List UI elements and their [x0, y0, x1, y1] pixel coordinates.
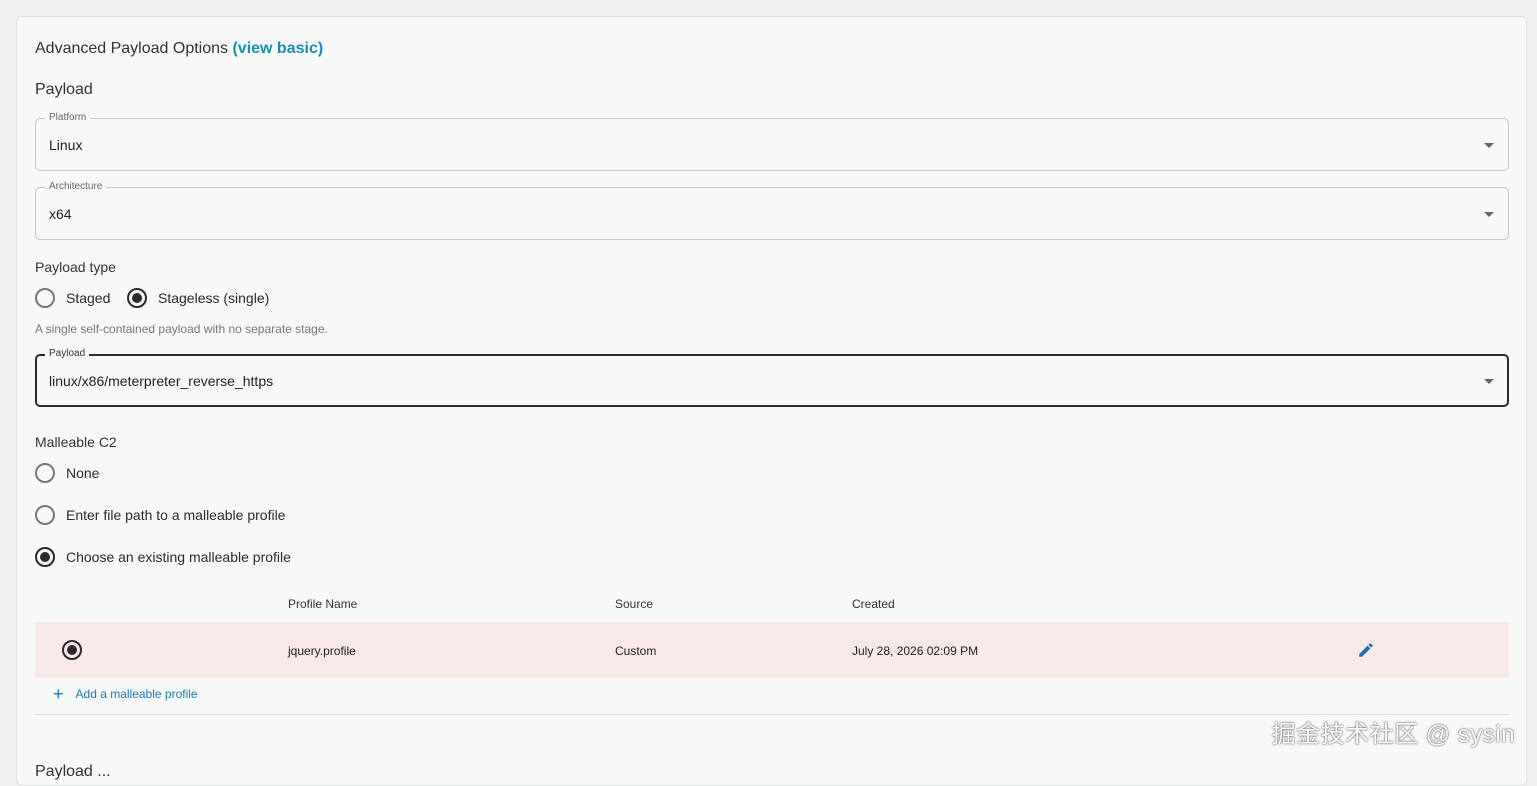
architecture-value: x64 — [49, 206, 72, 222]
architecture-select[interactable]: Architecture x64 — [35, 180, 1509, 240]
radio-stageless-label: Stageless (single) — [158, 290, 270, 306]
created-cell: July 28, 2026 02:09 PM — [852, 644, 979, 658]
profile-name-cell: jquery.profile — [288, 644, 356, 658]
view-basic-link[interactable]: (view basic) — [232, 40, 323, 57]
platform-label: Platform — [45, 111, 91, 125]
source-cell: Custom — [615, 644, 657, 658]
malleable-c2-label: Malleable C2 — [35, 434, 117, 450]
table-row[interactable]: jquery.profile Custom July 28, 2026 02:0… — [35, 622, 1509, 678]
payload-type-label: Payload type — [35, 259, 116, 275]
payload-value: linux/x86/meterpreter_reverse_https — [49, 373, 274, 389]
platform-value: Linux — [49, 137, 83, 153]
add-malleable-profile-label: Add a malleable profile — [75, 687, 198, 701]
next-section-title: Payload ... — [35, 763, 111, 780]
column-header-source[interactable]: Source — [615, 597, 653, 611]
watermark: 掘金技术社区 @ sysin — [1271, 721, 1515, 748]
radio-malleable-none[interactable]: None — [35, 463, 99, 483]
radio-malleable-file-path[interactable]: Enter file path to a malleable profile — [35, 505, 285, 525]
radio-circle — [35, 288, 55, 308]
radio-circle-checked — [127, 288, 147, 308]
radio-staged[interactable]: Staged — [35, 288, 110, 308]
row-select-radio[interactable] — [62, 640, 82, 660]
radio-circle — [35, 463, 55, 483]
caret-down-icon — [1484, 143, 1494, 148]
radio-malleable-none-label: None — [66, 465, 100, 481]
add-malleable-profile-button[interactable]: + Add a malleable profile — [53, 684, 198, 704]
pencil-icon[interactable] — [1357, 641, 1375, 659]
column-header-created[interactable]: Created — [852, 597, 895, 611]
page-title-text: Advanced Payload Options — [35, 40, 229, 57]
payload-section-title: Payload — [35, 81, 93, 98]
radio-stageless[interactable]: Stageless (single) — [127, 288, 269, 308]
payload-type-helper: A single self-contained payload with no … — [35, 322, 328, 336]
radio-malleable-file-path-label: Enter file path to a malleable profile — [66, 507, 286, 523]
radio-malleable-existing-label: Choose an existing malleable profile — [66, 549, 291, 565]
page-title: Advanced Payload Options (view basic) — [35, 40, 323, 58]
caret-down-icon — [1484, 212, 1494, 217]
payload-label: Payload — [45, 347, 90, 361]
column-header-profile-name[interactable]: Profile Name — [288, 597, 357, 611]
radio-circle-checked — [35, 547, 55, 567]
plus-icon: + — [53, 684, 64, 704]
radio-staged-label: Staged — [66, 290, 111, 306]
radio-circle — [35, 505, 55, 525]
architecture-label: Architecture — [45, 180, 107, 194]
caret-down-icon — [1484, 379, 1494, 384]
platform-select[interactable]: Platform Linux — [35, 111, 1509, 171]
advanced-payload-options-card: Advanced Payload Options (view basic) Pa… — [16, 16, 1527, 786]
radio-malleable-existing[interactable]: Choose an existing malleable profile — [35, 547, 291, 567]
payload-select[interactable]: Payload linux/x86/meterpreter_reverse_ht… — [35, 347, 1509, 407]
